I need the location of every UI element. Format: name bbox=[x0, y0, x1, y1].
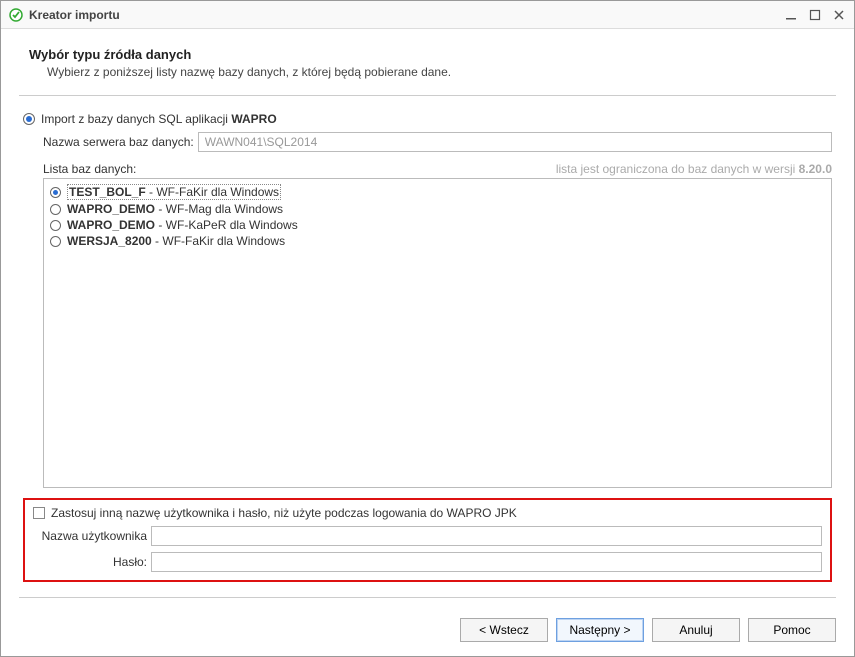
radio-icon bbox=[23, 113, 35, 125]
back-button[interactable]: < Wstecz bbox=[460, 618, 548, 642]
source-radio-wapro[interactable]: Import z bazy danych SQL aplikacji WAPRO bbox=[23, 112, 832, 126]
db-list-item[interactable]: WAPRO_DEMO - WF-KaPeR dla Windows bbox=[50, 217, 825, 233]
page-subtitle: Wybierz z poniższej listy nazwę bazy dan… bbox=[29, 65, 836, 79]
window-controls bbox=[784, 8, 846, 22]
db-item-text: TEST_BOL_F - WF-FaKir dla Windows bbox=[67, 184, 281, 200]
db-list-item[interactable]: WAPRO_DEMO - WF-Mag dla Windows bbox=[50, 201, 825, 217]
radio-icon bbox=[50, 187, 61, 198]
checkbox-icon bbox=[33, 507, 45, 519]
close-button[interactable] bbox=[832, 8, 846, 22]
server-input[interactable] bbox=[198, 132, 832, 152]
db-list-label: Lista baz danych: bbox=[43, 162, 136, 176]
db-item-text: WERSJA_8200 - WF-FaKir dla Windows bbox=[67, 234, 285, 248]
radio-icon bbox=[50, 236, 61, 247]
credentials-box: Zastosuj inną nazwę użytkownika i hasło,… bbox=[23, 498, 832, 582]
separator bbox=[19, 95, 836, 96]
radio-icon bbox=[50, 204, 61, 215]
titlebar[interactable]: Kreator importu bbox=[1, 1, 854, 29]
db-item-text: WAPRO_DEMO - WF-Mag dla Windows bbox=[67, 202, 283, 216]
app-icon bbox=[9, 8, 23, 22]
import-wizard-window: Kreator importu Wybór typu źródła danych… bbox=[0, 0, 855, 657]
server-row: Nazwa serwera baz danych: bbox=[43, 132, 832, 152]
db-item-text: WAPRO_DEMO - WF-KaPeR dla Windows bbox=[67, 218, 298, 232]
source-radio-label: Import z bazy danych SQL aplikacji WAPRO bbox=[41, 112, 277, 126]
wizard-footer: < Wstecz Następny > Anuluj Pomoc bbox=[1, 618, 854, 656]
main-area: Import z bazy danych SQL aplikacji WAPRO… bbox=[19, 112, 836, 585]
help-button[interactable]: Pomoc bbox=[748, 618, 836, 642]
page-title: Wybór typu źródła danych bbox=[29, 47, 836, 62]
next-button[interactable]: Następny > bbox=[556, 618, 644, 642]
server-label: Nazwa serwera baz danych: bbox=[43, 135, 194, 149]
username-label: Nazwa użytkownika bbox=[33, 529, 151, 543]
db-list-header: Lista baz danych: lista jest ograniczona… bbox=[43, 162, 832, 176]
password-row: Hasło: bbox=[33, 552, 822, 572]
username-input[interactable] bbox=[151, 526, 822, 546]
radio-icon bbox=[50, 220, 61, 231]
wizard-header: Wybór typu źródła danych Wybierz z poniż… bbox=[19, 41, 836, 89]
checkbox-label: Zastosuj inną nazwę użytkownika i hasło,… bbox=[51, 506, 517, 520]
db-list[interactable]: TEST_BOL_F - WF-FaKir dla Windows WAPRO_D… bbox=[43, 178, 832, 488]
use-other-credentials-checkbox[interactable]: Zastosuj inną nazwę użytkownika i hasło,… bbox=[33, 506, 822, 520]
db-list-limit: lista jest ograniczona do baz danych w w… bbox=[556, 162, 832, 176]
minimize-button[interactable] bbox=[784, 8, 798, 22]
db-list-item[interactable]: WERSJA_8200 - WF-FaKir dla Windows bbox=[50, 233, 825, 249]
maximize-button[interactable] bbox=[808, 8, 822, 22]
cancel-button[interactable]: Anuluj bbox=[652, 618, 740, 642]
username-row: Nazwa użytkownika bbox=[33, 526, 822, 546]
separator-bottom bbox=[19, 597, 836, 598]
password-label: Hasło: bbox=[33, 555, 151, 569]
window-title: Kreator importu bbox=[29, 8, 784, 22]
content-area: Wybór typu źródła danych Wybierz z poniż… bbox=[1, 29, 854, 618]
db-list-item[interactable]: TEST_BOL_F - WF-FaKir dla Windows bbox=[50, 183, 825, 201]
password-input[interactable] bbox=[151, 552, 822, 572]
